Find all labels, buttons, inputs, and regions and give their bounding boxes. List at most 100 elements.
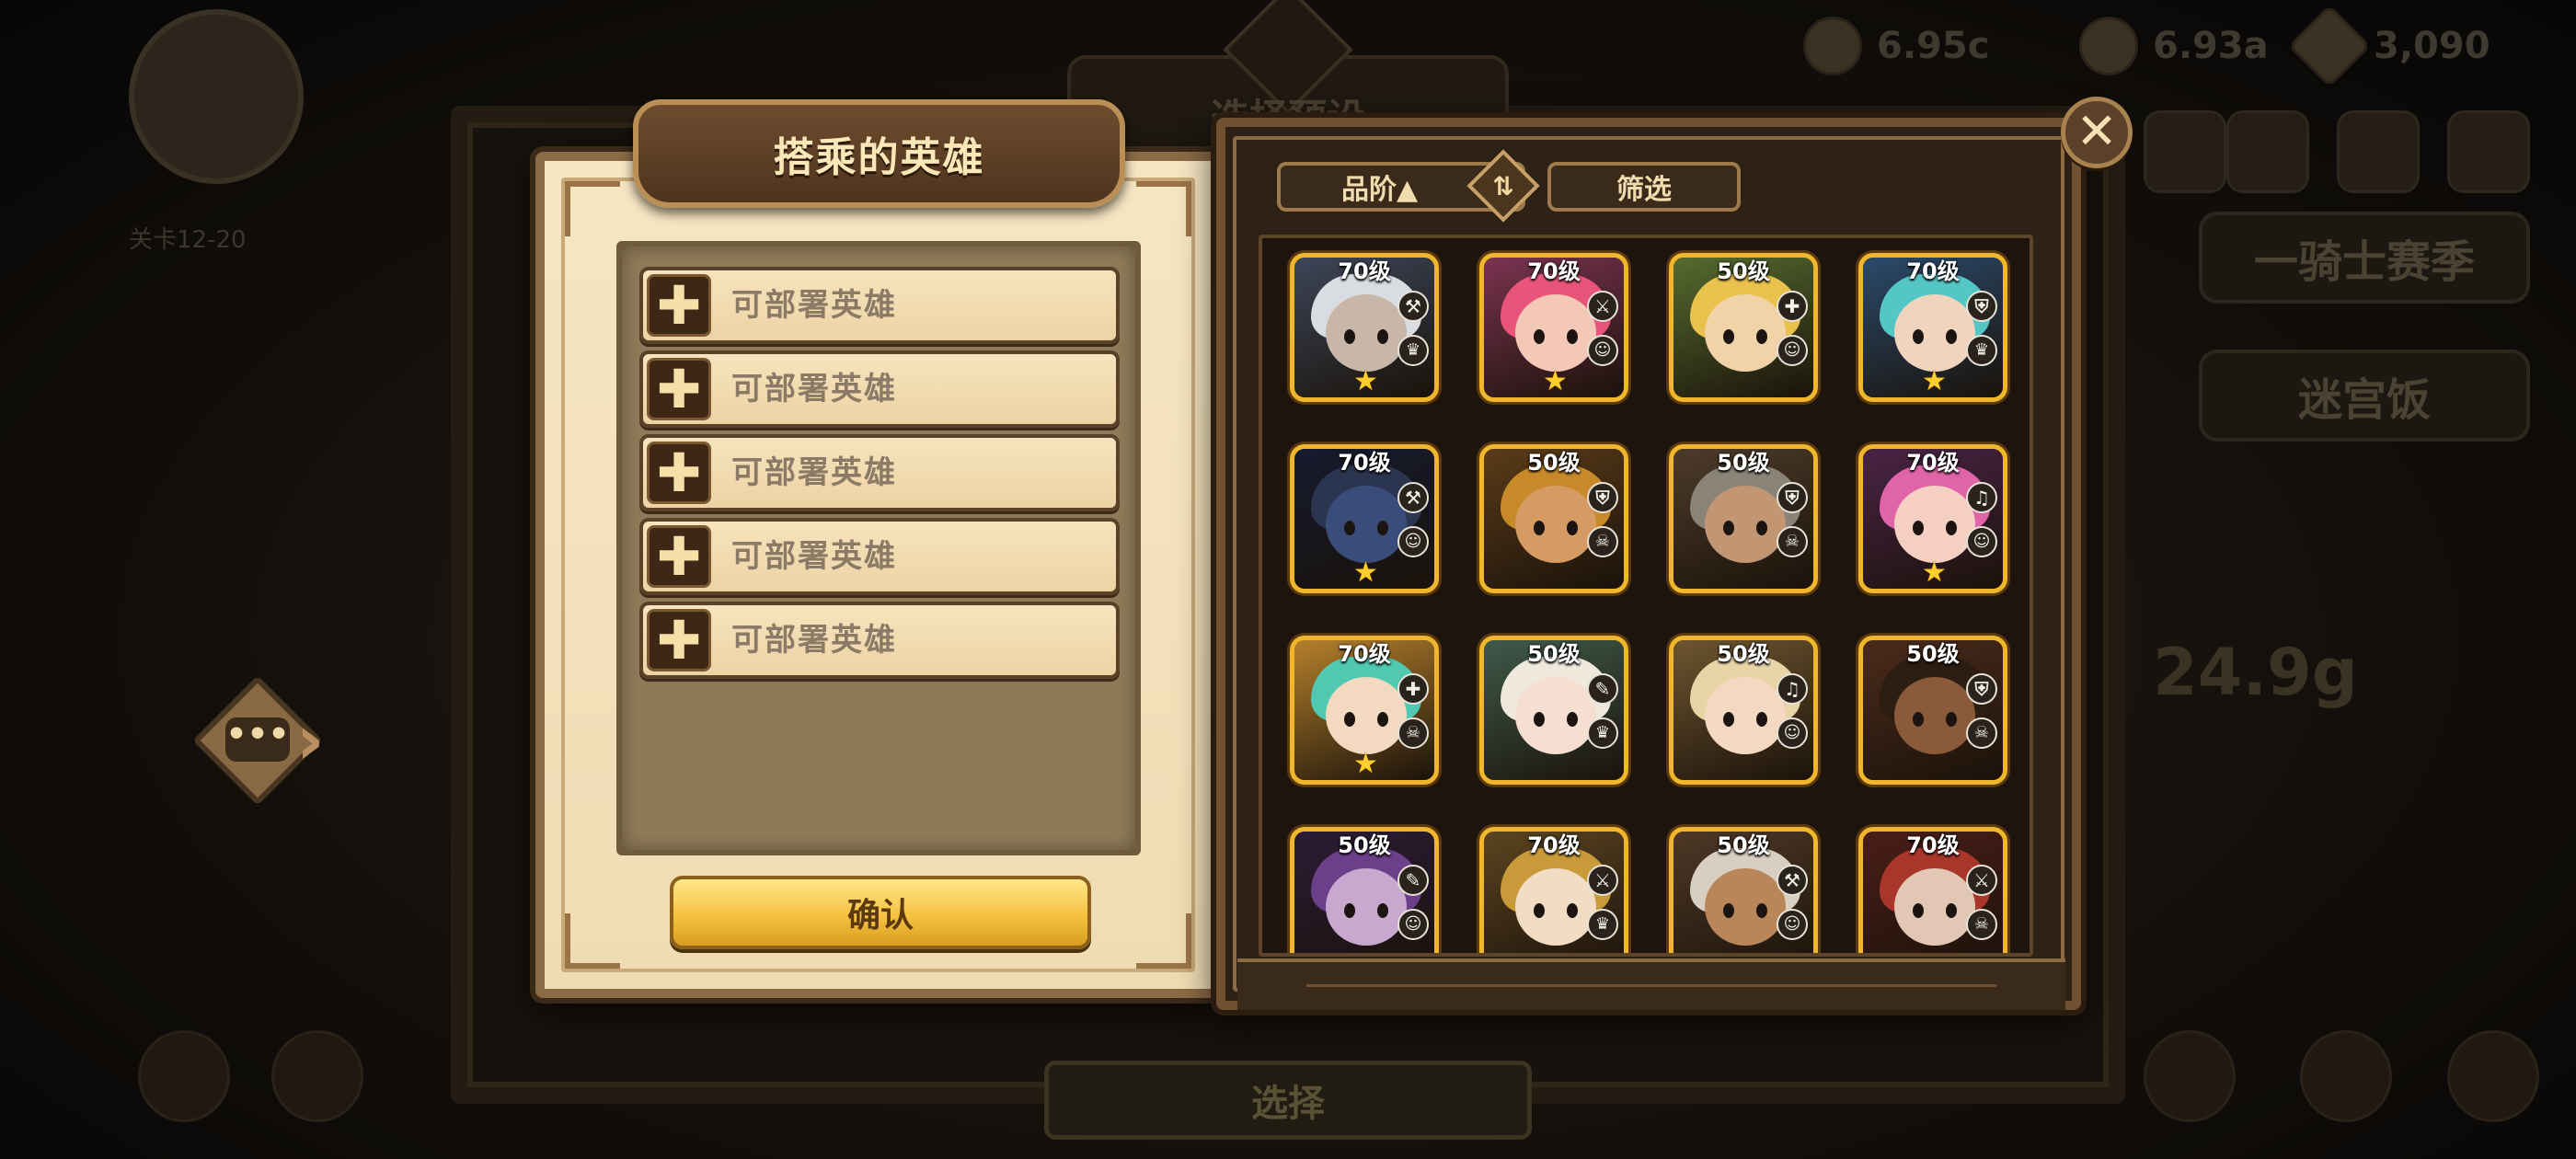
hero-slot[interactable]: ✚ 可部署英雄 — [639, 518, 1120, 595]
hero-card[interactable]: 70级 ⚔ ☺ ★ — [1479, 253, 1628, 402]
hero-eye — [1567, 521, 1578, 535]
hero-card[interactable]: 70级 ⚒ ☺ ★ — [1290, 444, 1439, 593]
hero-level-label: 70级 — [1338, 450, 1391, 476]
hero-face — [1326, 294, 1407, 372]
hero-eye — [1377, 329, 1388, 344]
slot-label: 可部署英雄 — [731, 622, 897, 659]
plus-icon: ✚ — [647, 358, 711, 420]
cat-icon: ☺ — [1587, 335, 1618, 366]
side-menu-button-2 — [2226, 110, 2309, 193]
hero-card[interactable]: 70级 ♫ ☺ ★ — [1858, 444, 2007, 593]
hero-card[interactable]: 50级 ⛨ ☠ — [1858, 636, 2007, 785]
hero-face — [1705, 294, 1786, 372]
sword-icon: ⚔ — [1587, 291, 1618, 322]
hero-card[interactable]: 70级 ⚔ ♛ — [1479, 827, 1628, 953]
resource-currency-2: 6.93a — [2079, 17, 2269, 75]
cat-icon: ☺ — [1777, 335, 1808, 366]
nav-icon-2 — [271, 1030, 363, 1122]
nav-icon-1 — [138, 1030, 230, 1122]
hero-face — [1515, 677, 1596, 754]
hero-level-label: 50级 — [1906, 641, 1960, 667]
chevron-right-icon: › — [296, 701, 325, 780]
hero-face — [1705, 677, 1786, 754]
hero-eye — [1946, 903, 1957, 918]
hero-level-label: 70级 — [1527, 832, 1581, 858]
cat-icon: ☺ — [1777, 717, 1808, 749]
nav-icon-4 — [2300, 1030, 2392, 1122]
hero-face — [1894, 868, 1975, 946]
hat-icon: ♛ — [1397, 335, 1429, 366]
hero-eye — [1946, 712, 1957, 727]
hero-level-label: 50级 — [1717, 641, 1770, 667]
axe-icon: ⚒ — [1397, 482, 1429, 513]
filter-button[interactable]: 筛选 — [1547, 162, 1741, 212]
hero-eye — [1913, 521, 1924, 535]
hero-eye — [1756, 903, 1767, 918]
plus-icon: ✚ — [647, 609, 711, 671]
chest-icon — [2079, 17, 2138, 75]
cat-icon: ☺ — [1397, 526, 1429, 557]
hero-face — [1894, 486, 1975, 563]
hero-eye — [1344, 712, 1355, 727]
nav-icon-5 — [2447, 1030, 2539, 1122]
hero-eye — [1344, 521, 1355, 535]
chat-bubble-icon: ••• — [225, 717, 290, 762]
hero-eye — [1534, 903, 1545, 918]
star-icon: ★ — [1922, 557, 1947, 589]
hero-card[interactable]: 50级 ✎ ♛ — [1479, 636, 1628, 785]
hat-icon: ♛ — [1587, 909, 1618, 940]
cat-icon: ☺ — [1777, 909, 1808, 940]
hero-card[interactable]: 70级 ⛨ ♛ ★ — [1858, 253, 2007, 402]
hero-card[interactable]: 70级 ✚ ☠ ★ — [1290, 636, 1439, 785]
hero-card[interactable]: 50级 ⛨ ☠ — [1669, 444, 1818, 593]
shield-icon: ⛨ — [1777, 482, 1808, 513]
coin-icon — [1803, 17, 1862, 75]
hero-grid[interactable]: 70级 ⚒ ♛ ★ 70级 ⚔ ☺ ★ 50级 ✚ ☺ 70级 ⛨ ♛ ★ 70级 ⚒ ☺ ★ 50级 ⛨ ☠ 50级 ⛨ ☠ 7… — [1259, 235, 2033, 957]
nav-icon-3 — [2144, 1030, 2236, 1122]
hero-slot[interactable]: ✚ 可部署英雄 — [639, 267, 1120, 344]
hero-eye — [1756, 712, 1767, 727]
hero-card[interactable]: 70级 ⚔ ☠ — [1858, 827, 2007, 953]
hero-level-label: 50级 — [1338, 832, 1391, 858]
corner-ornament — [1136, 913, 1191, 969]
diamond-icon — [2287, 4, 2372, 88]
hero-face — [1326, 486, 1407, 563]
hero-slot[interactable]: ✚ 可部署英雄 — [639, 350, 1120, 428]
hero-face — [1515, 868, 1596, 946]
axe-icon: ⚒ — [1397, 291, 1429, 322]
hero-card[interactable]: 50级 ⛨ ☠ — [1479, 444, 1628, 593]
slot-label: 可部署英雄 — [731, 454, 897, 491]
sort-arrow-icon: ⇅ — [1492, 171, 1514, 201]
season-banner: 一骑士赛季 — [2199, 212, 2530, 304]
hero-card[interactable]: 50级 ✚ ☺ — [1669, 253, 1818, 402]
confirm-button[interactable]: 确认 — [670, 876, 1091, 949]
plus-icon: ✚ — [647, 274, 711, 337]
hero-face — [1894, 677, 1975, 754]
shield-icon: ⛨ — [1966, 673, 1997, 705]
resource-currency-1: 6.95c — [1803, 17, 1989, 75]
hero-eye — [1377, 521, 1388, 535]
hero-face — [1515, 294, 1596, 372]
skull-icon: ☠ — [1777, 526, 1808, 557]
hero-card[interactable]: 70级 ⚒ ♛ ★ — [1290, 253, 1439, 402]
hero-card[interactable]: 50级 ✎ ☺ — [1290, 827, 1439, 953]
hero-level-label: 50级 — [1717, 450, 1770, 476]
close-button[interactable]: ✕ — [2061, 97, 2133, 168]
hero-eye — [1946, 329, 1957, 344]
hero-eye — [1946, 521, 1957, 535]
skull-icon: ☠ — [1966, 717, 1997, 749]
hero-eye — [1913, 712, 1924, 727]
star-icon: ★ — [1353, 557, 1378, 589]
hero-slot[interactable]: ✚ 可部署英雄 — [639, 602, 1120, 679]
hero-card[interactable]: 50级 ♫ ☺ — [1669, 636, 1818, 785]
player-avatar — [129, 9, 304, 184]
book-icon: ✎ — [1397, 865, 1429, 896]
hero-card[interactable]: 50级 ⚒ ☺ — [1669, 827, 1818, 953]
hero-level-label: 50级 — [1717, 832, 1770, 858]
hero-slot[interactable]: ✚ 可部署英雄 — [639, 434, 1120, 511]
skull-icon: ☠ — [1397, 717, 1429, 749]
hero-face — [1705, 486, 1786, 563]
hero-eye — [1377, 712, 1388, 727]
axe-icon: ⚒ — [1777, 865, 1808, 896]
lyre-icon: ♫ — [1966, 482, 1997, 513]
